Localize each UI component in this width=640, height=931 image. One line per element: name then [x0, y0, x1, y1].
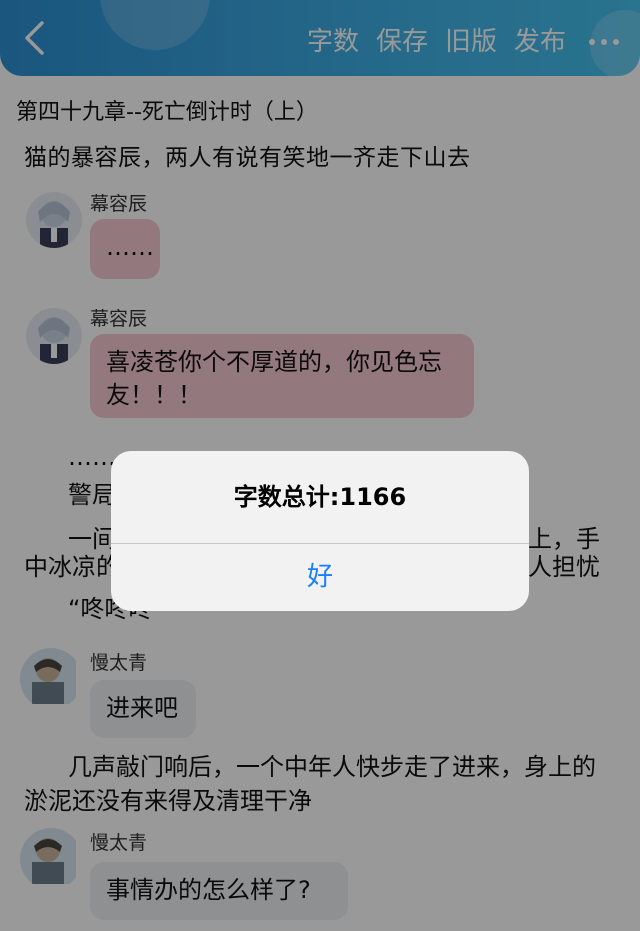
word-count-alert: 字数总计:1166 好: [111, 451, 529, 611]
ok-button[interactable]: 好: [111, 544, 529, 611]
alert-message: 字数总计:1166: [233, 483, 407, 511]
